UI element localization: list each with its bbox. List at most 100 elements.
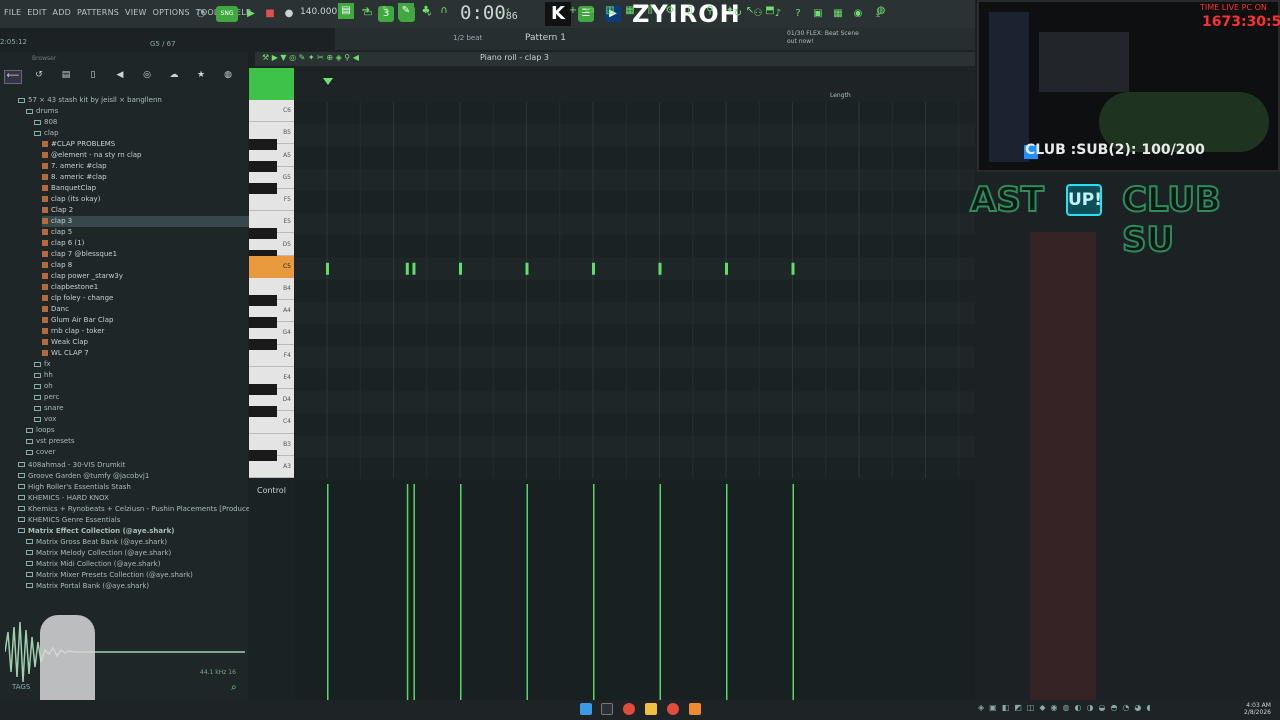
browser-folder-item[interactable]: 408ahmad - 30-VIS Drumkit: [18, 460, 125, 471]
note[interactable]: [412, 262, 416, 275]
tempo-display[interactable]: 140.000: [300, 7, 337, 17]
browser-current-icon[interactable]: ▤: [57, 70, 75, 84]
magnet-icon[interactable]: ∩: [436, 3, 452, 19]
velocity-bar[interactable]: [792, 484, 795, 700]
piano-key[interactable]: A3: [249, 456, 294, 478]
browser-plugin-icon[interactable]: ◀: [111, 70, 129, 84]
playhead-marker-icon[interactable]: [323, 78, 333, 85]
browser-folder-item[interactable]: cover: [26, 447, 55, 458]
news-panel[interactable]: 01/30 FLEX: Beat Scene out now!: [787, 30, 867, 46]
pattern-selector[interactable]: Pattern 1: [525, 33, 566, 43]
fl-logo-icon[interactable]: ◍: [873, 3, 889, 19]
piano-roll-tools-icon[interactable]: ⚒ ▶ ▼ ◎ ✎ ✦ ✂ ⊕ ◈ ⚲ ◀: [262, 53, 359, 62]
browser-folder-item[interactable]: loops: [26, 425, 55, 436]
pattern-mode-icon[interactable]: ▤: [338, 3, 354, 19]
note[interactable]: [459, 262, 462, 275]
render-icon[interactable]: ⬒: [762, 3, 778, 19]
velocity-bar[interactable]: [460, 484, 462, 700]
playlist-view-icon[interactable]: ▦: [622, 3, 638, 19]
browser-folder-item[interactable]: snare: [34, 403, 63, 414]
piano-keyboard[interactable]: C6 B5 A5 G5 F5 E5 D5 C5 B4 A4 G4 F4 E4 D4 C4 B3 A3: [249, 100, 294, 478]
chrome-icon[interactable]: [623, 703, 635, 715]
browser-file-item[interactable]: Glum Air Bar Clap: [42, 315, 113, 326]
piano-roll-scroll[interactable]: [249, 68, 294, 100]
timeline-ruler[interactable]: [295, 66, 975, 102]
browser-file-item[interactable]: clap (its okay): [42, 194, 100, 205]
browser-folder-item[interactable]: perc: [34, 392, 59, 403]
stamp-icon[interactable]: ♣: [418, 3, 434, 19]
browser-folder-item[interactable]: vst presets: [26, 436, 75, 447]
browser-file-icon[interactable]: ▯: [84, 70, 102, 84]
pattern-prev-icon[interactable]: ‹: [500, 3, 516, 19]
velocity-bar[interactable]: [413, 484, 415, 700]
browser-folder-item[interactable]: Groove Garden @tumfy @jacobvj1: [18, 471, 149, 482]
velocity-bar[interactable]: [327, 484, 329, 700]
velocity-bar[interactable]: [659, 484, 662, 700]
note[interactable]: [658, 262, 662, 275]
browser-file-item[interactable]: 7. americ #clap: [42, 161, 107, 172]
browser-folder-item[interactable]: Matrix Gross Beat Bank (@aye.shark): [26, 537, 167, 548]
help-icon[interactable]: ?: [790, 6, 806, 22]
browser-file-item[interactable]: WL CLAP 7: [42, 348, 89, 359]
chat-icon[interactable]: ◉: [850, 6, 866, 22]
system-tray-icons[interactable]: ◈▣◧◩◫◆◉◍◐◑◒◓◔◕◖: [978, 703, 1156, 712]
note[interactable]: [405, 262, 409, 275]
browser-target-icon[interactable]: ◎: [138, 70, 156, 84]
browser-folder-item[interactable]: Matrix Midi Collection (@aye.shark): [26, 559, 160, 570]
browser-folder-item[interactable]: Matrix Melody Collection (@aye.shark): [26, 548, 171, 559]
menu-edit[interactable]: EDIT: [27, 8, 46, 17]
browser-file-item[interactable]: Weak Clap: [42, 337, 88, 348]
browser-file-item[interactable]: clap 3: [42, 216, 272, 227]
piano-key[interactable]: C4: [249, 411, 294, 434]
browser-view-icon[interactable]: ▯: [682, 3, 698, 19]
wand-icon[interactable]: ✦: [722, 3, 738, 19]
browser-file-item[interactable]: clapbestone1: [42, 282, 98, 293]
mixer-view-icon[interactable]: ⫼: [642, 3, 658, 19]
song-mode-toggle[interactable]: SNG: [216, 6, 238, 22]
record-button[interactable]: ●: [281, 6, 297, 22]
fl-studio-taskbar-icon[interactable]: [689, 703, 701, 715]
velocity-bar[interactable]: [526, 484, 529, 700]
browser-folder-item[interactable]: Matrix Portal Bank (@aye.shark): [26, 581, 149, 592]
note[interactable]: [725, 262, 728, 275]
browser-folder-item[interactable]: fx: [34, 359, 51, 370]
note[interactable]: [791, 262, 795, 275]
tuner-icon[interactable]: ⚲: [702, 3, 718, 19]
note[interactable]: [592, 262, 595, 275]
file-explorer-icon[interactable]: [645, 703, 657, 715]
browser-file-item[interactable]: BanquetClap: [42, 183, 96, 194]
browser-folder-item[interactable]: clap: [34, 128, 59, 139]
browser-file-item[interactable]: @element - na sty rn clap: [42, 150, 142, 161]
browser-file-item[interactable]: clap power _starw3y: [42, 271, 123, 282]
stop-button[interactable]: ■: [262, 6, 278, 22]
channel-rack-icon[interactable]: ▭: [582, 3, 598, 19]
browser-file-item[interactable]: 8. americ #clap: [42, 172, 107, 183]
browser-folder-item[interactable]: vox: [34, 414, 56, 425]
browser-folder-item[interactable]: Matrix Effect Collection (@aye.shark): [18, 526, 174, 537]
snap-selector[interactable]: 1/2 beat: [453, 34, 482, 42]
browser-file-item[interactable]: Clap 2: [42, 205, 73, 216]
piano-key[interactable]: F5: [249, 189, 294, 212]
note[interactable]: [525, 262, 529, 275]
menu-add[interactable]: ADD: [53, 8, 71, 17]
menu-patterns[interactable]: PATTERNS: [77, 8, 119, 17]
velocity-bar[interactable]: [593, 484, 595, 700]
browser-file-item[interactable]: #CLAP PROBLEMS: [42, 139, 115, 150]
velocity-bar[interactable]: [726, 484, 728, 700]
arrow-right-icon[interactable]: ➔: [358, 3, 374, 19]
browser-folder-item[interactable]: High Roller's Essentials Stash: [18, 482, 131, 493]
browser-file-item[interactable]: rnb clap - toker: [42, 326, 104, 337]
piano-key[interactable]: F4: [249, 345, 294, 367]
browser-folder-item[interactable]: 808: [34, 117, 57, 128]
windows-start-icon[interactable]: [580, 703, 592, 715]
browser-star-icon[interactable]: ★: [192, 70, 210, 84]
brush-icon[interactable]: ✎: [398, 3, 414, 19]
note-grid[interactable]: [295, 102, 975, 478]
grid-icon[interactable]: ▦: [830, 6, 846, 22]
browser-file-item[interactable]: Danc: [42, 304, 69, 315]
piano-icon[interactable]: ▥: [602, 3, 618, 19]
browser-cloud-icon[interactable]: ☁: [165, 70, 183, 84]
piano-key[interactable]: C6: [249, 100, 294, 123]
browser-folder-item[interactable]: Khemics + Rynobeats + Celziusn - Pushin …: [18, 504, 285, 515]
browser-file-item[interactable]: clap 5: [42, 227, 72, 238]
